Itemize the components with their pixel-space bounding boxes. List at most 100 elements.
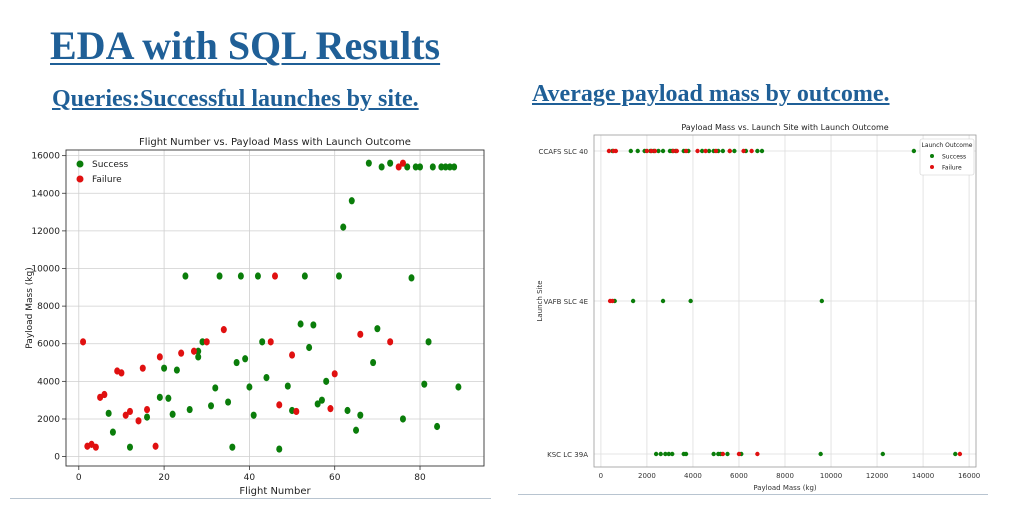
failure-point bbox=[92, 443, 99, 451]
failure-point bbox=[957, 451, 963, 457]
failure-point bbox=[644, 148, 650, 154]
legend-label-failure: Failure bbox=[942, 165, 962, 172]
divider-right bbox=[518, 494, 988, 495]
x-axis-label: Flight Number bbox=[239, 486, 311, 497]
success-point bbox=[250, 411, 257, 419]
success-point bbox=[212, 384, 219, 392]
y-tick-label: 2000 bbox=[37, 415, 60, 425]
success-point bbox=[387, 159, 394, 167]
failure-point bbox=[613, 148, 619, 154]
section-title-left: Queries:Successful launches by site. bbox=[52, 86, 419, 112]
failure-point bbox=[156, 353, 163, 361]
x-tick-label: 16000 bbox=[958, 472, 980, 480]
success-point bbox=[911, 148, 917, 154]
success-point bbox=[284, 382, 291, 390]
failure-point bbox=[331, 370, 338, 378]
failure-point bbox=[139, 364, 146, 372]
y-tick-label: 14000 bbox=[31, 189, 60, 199]
success-point bbox=[186, 405, 193, 414]
x-tick-label: 10000 bbox=[820, 472, 842, 480]
success-point bbox=[455, 383, 462, 391]
failure-point bbox=[327, 405, 334, 413]
y-axis-label: Launch Site bbox=[536, 280, 544, 321]
failure-point bbox=[703, 148, 708, 154]
x-tick-label: 20 bbox=[158, 473, 170, 483]
failure-point bbox=[101, 390, 108, 399]
failure-point bbox=[144, 405, 151, 414]
success-point bbox=[348, 197, 355, 205]
failure-point bbox=[272, 272, 278, 280]
success-point bbox=[451, 163, 458, 171]
success-point bbox=[759, 148, 765, 154]
failure-point bbox=[755, 451, 760, 457]
failure-point bbox=[203, 338, 210, 346]
failure-point bbox=[399, 159, 406, 167]
failure-point bbox=[695, 148, 700, 154]
failure-point bbox=[683, 148, 689, 154]
chart-payload-vs-site: Payload Mass vs. Launch Site with Launch… bbox=[518, 117, 988, 493]
y-tick-label: 16000 bbox=[31, 152, 60, 162]
y-category-label: VAFB SLC 4E bbox=[543, 298, 588, 306]
failure-point bbox=[80, 338, 87, 346]
success-point bbox=[276, 445, 283, 453]
success-point bbox=[126, 443, 133, 451]
x-tick-label: 0 bbox=[599, 472, 603, 480]
success-point bbox=[335, 272, 342, 280]
success-point bbox=[169, 410, 176, 418]
success-point bbox=[173, 366, 180, 374]
success-point bbox=[323, 377, 330, 385]
success-point bbox=[161, 364, 168, 372]
legend-label-success: Success bbox=[92, 160, 129, 170]
success-point bbox=[340, 223, 347, 231]
success-point bbox=[880, 451, 886, 457]
success-point bbox=[182, 272, 189, 280]
success-point bbox=[225, 398, 232, 406]
success-point bbox=[374, 325, 381, 333]
success-point bbox=[725, 451, 730, 457]
y-axis-label: Payload Mass (kg) bbox=[25, 267, 35, 348]
success-point bbox=[263, 373, 270, 382]
success-point bbox=[635, 148, 640, 154]
success-point bbox=[429, 163, 436, 171]
x-tick-label: 8000 bbox=[776, 472, 794, 480]
chart-flight-vs-payload-svg: Flight Number vs. Payload Mass with Laun… bbox=[25, 137, 485, 497]
chart-title: Payload Mass vs. Launch Site with Launch… bbox=[681, 123, 888, 132]
success-point bbox=[357, 411, 364, 419]
failure-point bbox=[293, 407, 300, 416]
failure-point bbox=[720, 451, 726, 457]
failure-point bbox=[135, 417, 142, 425]
chart-payload-vs-site-svg: Payload Mass vs. Launch Site with Launch… bbox=[536, 123, 980, 492]
success-point bbox=[370, 358, 377, 367]
failure-point bbox=[652, 148, 658, 154]
success-point bbox=[408, 274, 415, 282]
success-point bbox=[711, 451, 716, 457]
failure-point bbox=[220, 326, 227, 334]
x-tick-label: 6000 bbox=[730, 472, 748, 480]
success-point bbox=[254, 272, 261, 280]
y-tick-label: 10000 bbox=[31, 265, 60, 275]
success-point bbox=[306, 343, 313, 352]
success-point bbox=[660, 298, 666, 304]
x-tick-label: 2000 bbox=[638, 472, 656, 480]
success-point bbox=[421, 380, 428, 388]
success-point bbox=[353, 426, 360, 434]
slide-title: EDA with SQL Results bbox=[50, 23, 441, 68]
x-tick-label: 0 bbox=[76, 473, 82, 483]
failure-point bbox=[606, 148, 612, 154]
success-point bbox=[399, 415, 406, 423]
failure-point bbox=[727, 148, 732, 154]
success-point bbox=[259, 338, 266, 346]
success-point bbox=[208, 402, 215, 410]
failure-point bbox=[610, 298, 615, 304]
failure-point bbox=[674, 148, 680, 154]
success-point bbox=[365, 159, 372, 167]
success-point bbox=[246, 383, 253, 391]
success-point bbox=[660, 148, 666, 154]
success-point bbox=[378, 163, 385, 171]
x-tick-label: 4000 bbox=[684, 472, 702, 480]
y-category-label: KSC LC 39A bbox=[547, 451, 588, 459]
success-point bbox=[720, 148, 726, 154]
failure-point bbox=[357, 330, 364, 338]
success-point bbox=[658, 451, 663, 457]
success-point bbox=[683, 451, 689, 457]
